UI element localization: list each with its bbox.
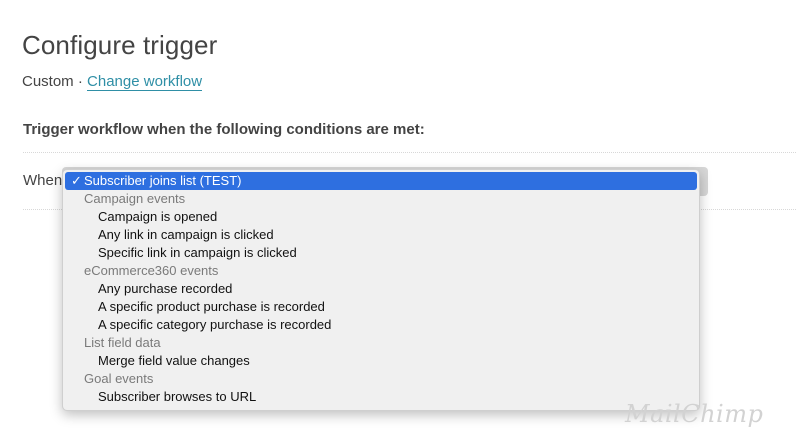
workflow-type-label: Custom — [22, 73, 74, 90]
option-label: Subscriber joins list (TEST) — [84, 173, 242, 188]
divider-top — [23, 152, 796, 153]
dropdown-option[interactable]: Campaign is opened — [63, 208, 699, 226]
trigger-dropdown-menu[interactable]: ✓ Subscriber joins list (TEST) Campaign … — [62, 169, 700, 411]
dropdown-option[interactable]: Subscriber browses to URL — [63, 388, 699, 406]
dropdown-group-label: eCommerce360 events — [84, 263, 219, 278]
dropdown-group-label: Goal events — [84, 371, 154, 386]
dropdown-option[interactable]: A specific product purchase is recorded — [63, 298, 699, 316]
dropdown-option[interactable]: A specific category purchase is recorded — [63, 316, 699, 334]
dropdown-option[interactable]: Any link in campaign is clicked — [63, 226, 699, 244]
dropdown-option[interactable]: Specific link in campaign is clicked — [63, 244, 699, 262]
change-workflow-link[interactable]: Change workflow — [87, 73, 203, 91]
mailchimp-watermark: MailChimp — [625, 400, 764, 428]
checkmark-icon: ✓ — [71, 173, 82, 188]
when-label: When — [23, 172, 63, 189]
dropdown-option[interactable]: Merge field value changes — [63, 352, 699, 370]
subtitle-separator: · — [73, 73, 88, 90]
dropdown-option[interactable]: Any purchase recorded — [63, 280, 699, 298]
dropdown-group-label: List field data — [84, 335, 161, 350]
conditions-heading: Trigger workflow when the following cond… — [23, 121, 425, 138]
page-title: Configure trigger — [22, 30, 218, 60]
dropdown-option-selected[interactable]: ✓ Subscriber joins list (TEST) — [65, 172, 697, 190]
workflow-subtitle: Custom · Change workflow — [22, 73, 203, 91]
dropdown-group-label: Campaign events — [84, 191, 186, 206]
